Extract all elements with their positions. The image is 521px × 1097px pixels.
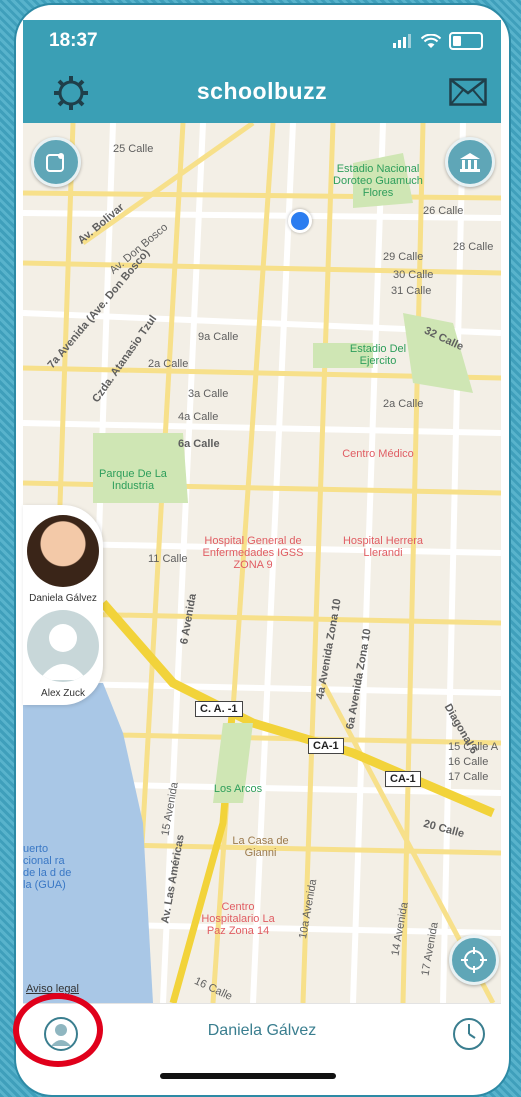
phone-screen: 18:37 schoolbuzz 25 Calle Av. Bolivar Av… <box>16 5 509 1095</box>
school-button[interactable] <box>445 137 495 187</box>
poi-hospital-herrera[interactable]: Hospital Herrera Llerandi <box>333 535 433 559</box>
current-location-dot <box>288 209 312 233</box>
poi-casa-gianni[interactable]: La Casa de Gianni <box>223 835 298 859</box>
signal-icon <box>393 34 411 48</box>
poi-hospital-igss[interactable]: Hospital General de Enfermedades IGSS ZO… <box>193 535 313 571</box>
child-item[interactable]: Daniela Gálvez <box>26 515 100 604</box>
poi-centro-hospitalario[interactable]: Centro Hospitalario La Paz Zona 14 <box>193 901 283 937</box>
poi-aeropuerto[interactable]: uerto cional ra de la d de la (GUA) <box>23 843 73 891</box>
map-label: 17 Calle <box>448 771 489 783</box>
map-label: 4a Calle <box>178 411 219 423</box>
map-label: 28 Calle <box>453 241 494 253</box>
map-label: 6a Calle <box>178 438 220 450</box>
crosshair-icon <box>461 947 487 973</box>
map-label: 2a Calle <box>383 398 424 410</box>
avatar <box>27 610 99 682</box>
map-label: 29 Calle <box>383 251 424 263</box>
map-label: 30 Calle <box>393 269 434 281</box>
clock-icon[interactable] <box>451 1016 487 1052</box>
map-label: 9a Calle <box>198 331 239 343</box>
wifi-icon <box>421 33 441 48</box>
poi-estadio-ejercito[interactable]: Estadio Del Ejercito <box>343 343 413 367</box>
recenter-button[interactable] <box>449 935 499 985</box>
road-sign: CA-1 <box>385 771 421 787</box>
status-time: 18:37 <box>49 30 98 51</box>
app-header: 18:37 schoolbuzz <box>23 20 501 123</box>
poi-estadio-nacional[interactable]: Estadio Nacional Doroteo Guamuch Flores <box>323 163 433 199</box>
road-sign: CA-1 <box>308 738 344 754</box>
map-label: 3a Calle <box>188 388 229 400</box>
child-name: Alex Zuck <box>41 688 85 699</box>
home-indicator[interactable] <box>160 1073 336 1079</box>
poi-los-arcos[interactable]: Los Arcos <box>203 783 273 795</box>
poi-centro-medico[interactable]: Centro Médico <box>333 448 423 460</box>
mail-icon[interactable] <box>449 78 487 106</box>
map-label: 26 Calle <box>423 205 464 217</box>
map-label: 11 Calle <box>148 553 188 565</box>
map-label: 16 Calle <box>448 756 489 768</box>
child-item[interactable]: Alex Zuck <box>26 610 100 699</box>
app-logo: schoolbuzz <box>196 78 328 104</box>
poi-parque-industria[interactable]: Parque De La Industria <box>93 468 173 492</box>
status-icons <box>393 32 483 50</box>
map-label: 2a Calle <box>148 358 189 370</box>
battery-icon <box>449 32 483 50</box>
user-placeholder-icon <box>39 624 87 680</box>
avatar <box>27 515 99 587</box>
children-panel: Daniela Gálvez Alex Zuck <box>23 505 103 705</box>
map-label: 25 Calle <box>113 143 154 155</box>
school-icon <box>460 153 480 172</box>
road-sign: C. A. -1 <box>195 701 243 717</box>
child-name: Daniela Gálvez <box>29 593 97 604</box>
map-label: 31 Calle <box>391 285 432 297</box>
annotation-circle <box>13 993 103 1067</box>
layers-icon <box>46 153 64 172</box>
layers-button[interactable] <box>31 137 81 187</box>
